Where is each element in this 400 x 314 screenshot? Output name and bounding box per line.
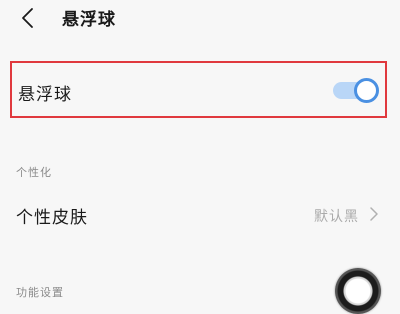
page-title: 悬浮球 xyxy=(62,10,116,30)
header: 悬浮球 xyxy=(0,0,400,40)
chevron-left-icon xyxy=(22,8,33,28)
section-title-personalization: 个性化 xyxy=(16,166,52,179)
settings-screen: 悬浮球 悬浮球 个性化 个性皮肤 默认黑 功能设置 xyxy=(0,0,400,314)
personal-skin-value: 默认黑 xyxy=(314,209,359,225)
toggle-knob xyxy=(354,78,379,103)
chevron-right-icon xyxy=(369,206,379,222)
floating-ball-setting-row: 悬浮球 xyxy=(10,61,387,118)
floating-ball-icon[interactable] xyxy=(335,268,381,314)
section-title-function-settings: 功能设置 xyxy=(16,286,64,299)
back-button[interactable] xyxy=(18,6,48,30)
setting-item-personal-skin[interactable]: 个性皮肤 默认黑 xyxy=(0,190,400,236)
floating-ball-toggle[interactable] xyxy=(333,77,379,103)
floating-ball-label: 悬浮球 xyxy=(18,85,72,105)
personal-skin-label: 个性皮肤 xyxy=(16,208,88,228)
